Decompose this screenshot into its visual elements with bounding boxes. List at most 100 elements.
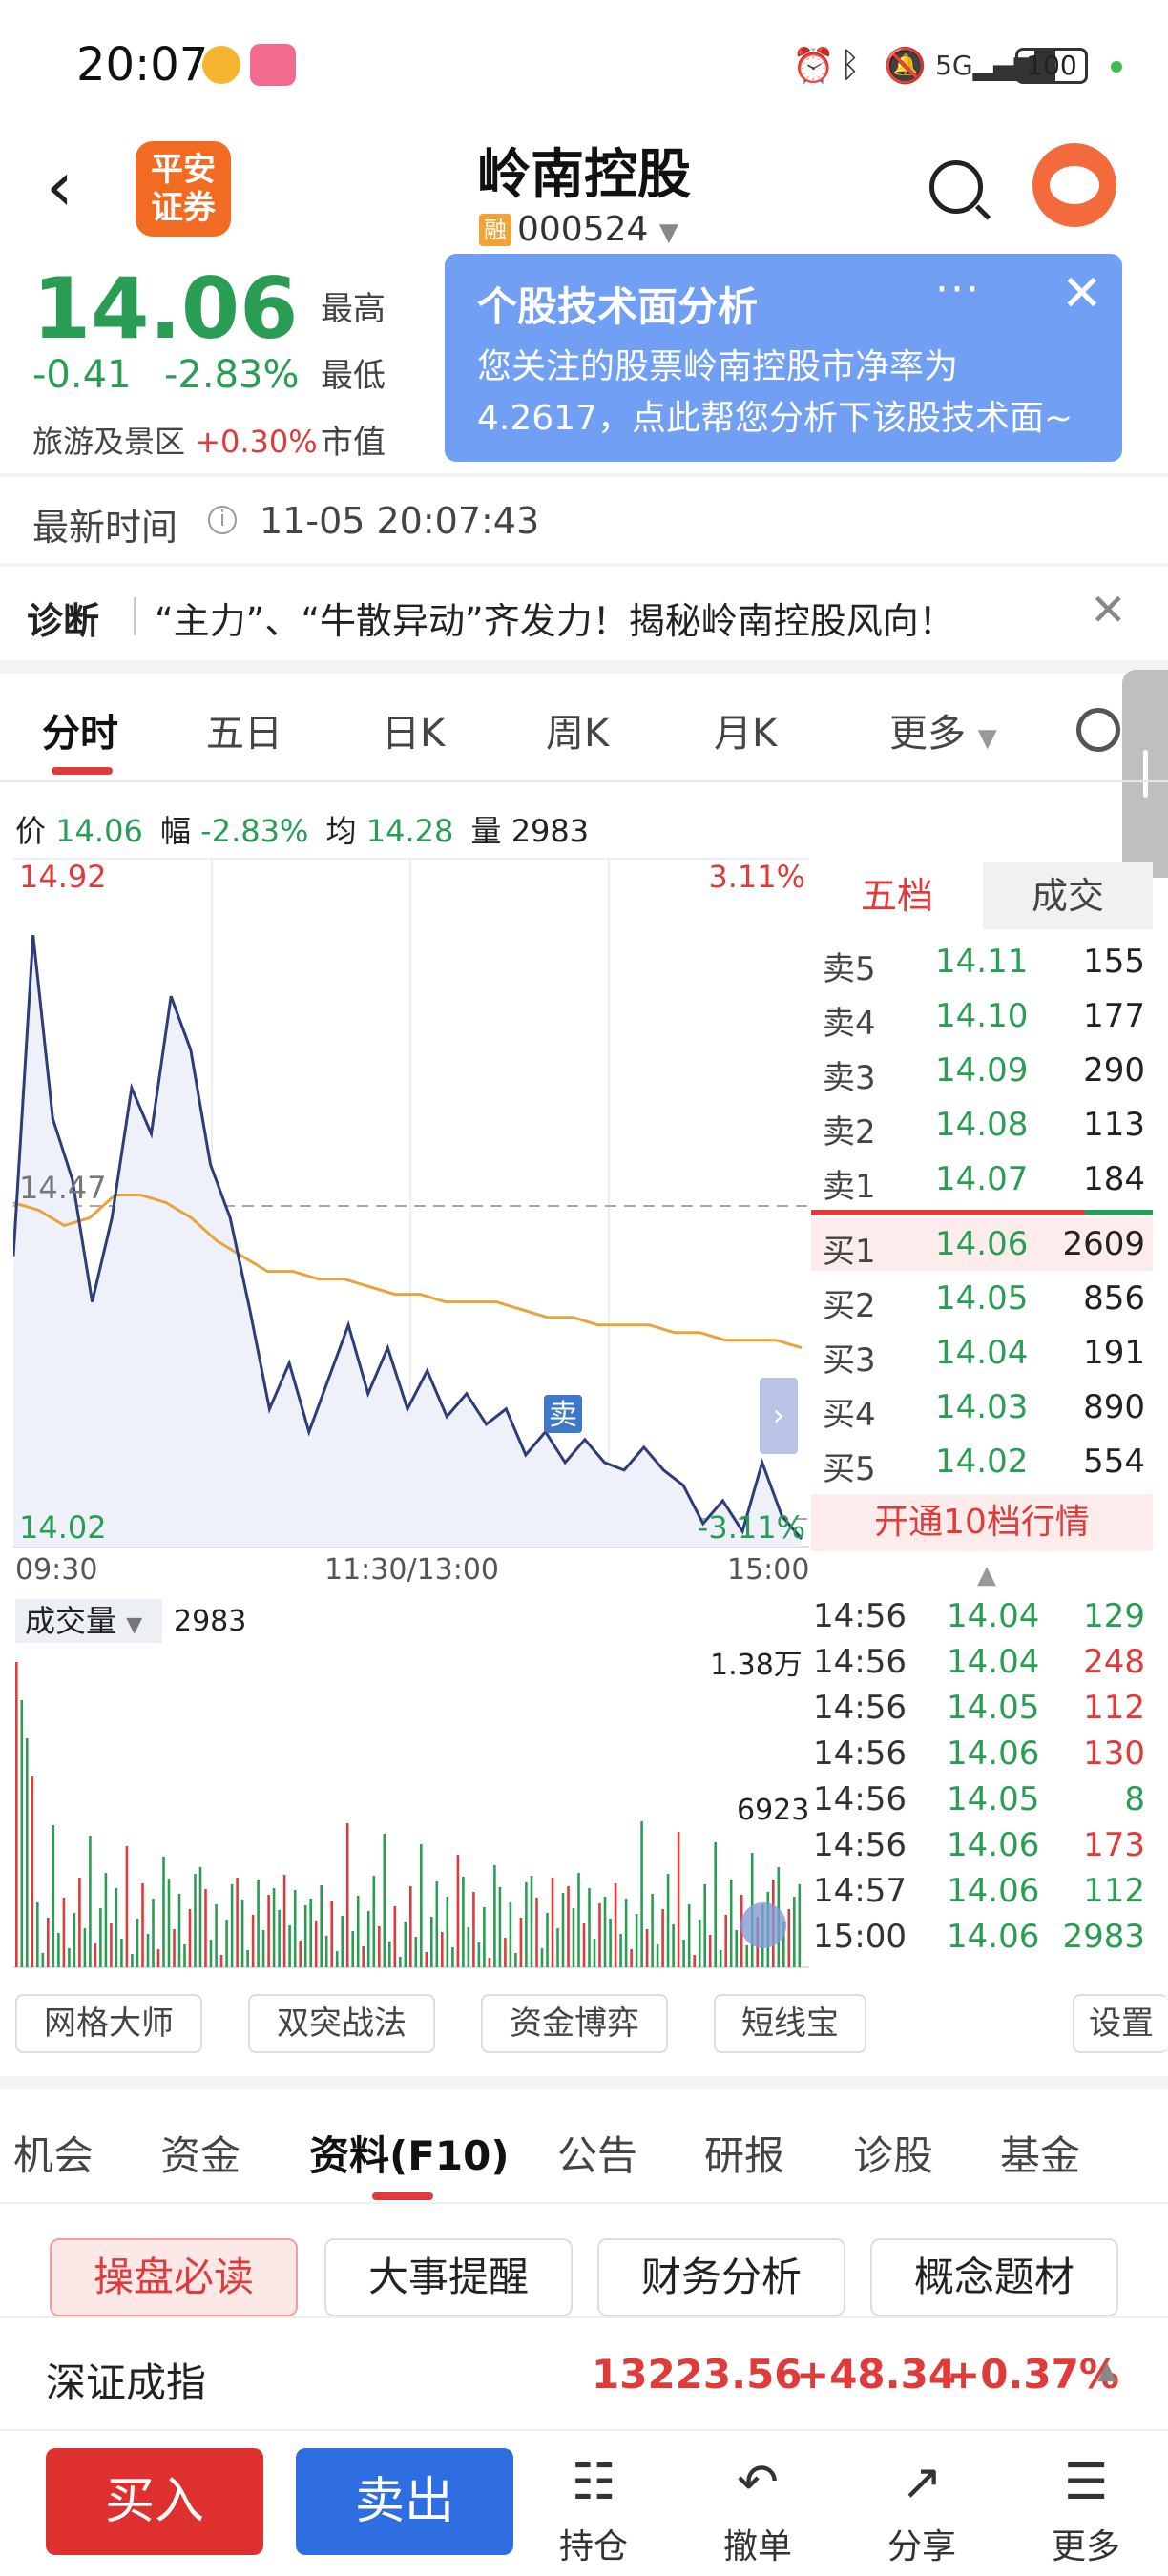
vol-value: 2983	[511, 813, 590, 849]
current-price: 14.06	[32, 260, 299, 358]
update-time: 11-05 20:07:43	[260, 500, 540, 542]
volume-bar	[219, 1955, 223, 1967]
volume-bar	[425, 1952, 428, 1967]
volume-bar	[393, 1906, 397, 1967]
buy-button[interactable]: 买入	[46, 2448, 263, 2555]
intraday-chart[interactable]: 14.92 3.11% 14.47 14.02 -3.11% 卖 ›	[13, 855, 809, 1561]
chevron-up-icon[interactable]: ▲	[1097, 2357, 1116, 2385]
volume-bar	[225, 1920, 228, 1967]
x-mid-label: 11:30/13:00	[324, 1553, 500, 1587]
info-icon[interactable]: i	[208, 506, 237, 534]
tab-opportunity[interactable]: 机会	[13, 2124, 94, 2182]
volume-bar	[41, 1953, 45, 1967]
capital-game-button[interactable]: 资金博弈	[481, 1994, 668, 2053]
search-icon[interactable]	[929, 160, 983, 214]
y-bottom-pct-label: -3.11%	[698, 1509, 805, 1546]
volume-bar	[472, 1892, 475, 1967]
ask-row: 卖5 14.11 155	[823, 943, 1145, 988]
popup-title: 个股技术面分析	[477, 283, 759, 330]
popup-close-icon[interactable]: ✕	[1061, 265, 1103, 322]
weather-icon	[202, 46, 240, 84]
diagnosis-close-icon[interactable]: ✕	[1090, 584, 1127, 635]
volume-bar	[661, 1909, 664, 1967]
events-button[interactable]: 大事提醒	[324, 2238, 573, 2316]
chevron-up-icon[interactable]: ▲	[977, 1561, 996, 1589]
concept-button[interactable]: 概念题材	[870, 2238, 1118, 2316]
tab-five-day[interactable]: 五日	[206, 702, 282, 758]
alarm-icon: ⏰	[792, 47, 835, 86]
volume-bar	[588, 1888, 591, 1967]
chart-toggle-icon[interactable]	[740, 1902, 786, 1948]
tab-f10[interactable]: 资料(F10)	[309, 2124, 510, 2182]
double-break-button[interactable]: 双突战法	[248, 1994, 435, 2053]
nav-positions-label: 持仓	[558, 2527, 628, 2566]
nav-more[interactable]: ☰ 更多	[1029, 2454, 1143, 2568]
grid-master-button[interactable]: 网格大师	[15, 1994, 202, 2053]
tab-trades[interactable]: 成交	[983, 862, 1153, 929]
x-end-label: 15:00	[727, 1553, 810, 1587]
volume-bar	[640, 1821, 643, 1967]
divider	[0, 473, 1168, 477]
volume-selector[interactable]: 成交量 ▼	[15, 1599, 162, 1643]
price-value: 14.06	[55, 813, 143, 849]
tab-monthly-k[interactable]: 月K	[714, 702, 777, 758]
volume-bar	[47, 1918, 50, 1967]
volume-bar	[173, 1929, 176, 1967]
mute-icon: 🔕	[884, 47, 927, 86]
volume-bar	[630, 1949, 633, 1967]
volume-bar	[509, 1902, 512, 1967]
tab-announcement[interactable]: 公告	[557, 2124, 637, 2182]
chevron-down-icon: ▼	[658, 218, 678, 247]
tools-settings-button[interactable]: 设置	[1073, 1994, 1168, 2053]
volume-bar	[451, 1947, 454, 1967]
tab-more[interactable]: 更多 ▼	[889, 702, 997, 758]
side-handle[interactable]	[1122, 670, 1168, 878]
must-read-button[interactable]: 操盘必读	[50, 2238, 298, 2316]
tab-research[interactable]: 研报	[704, 2124, 784, 2182]
gear-icon[interactable]	[1076, 708, 1120, 752]
y-top-pct-label: 3.11%	[708, 859, 805, 895]
share-icon: ↗	[901, 2454, 943, 2511]
volume-bar	[420, 1844, 423, 1967]
tab-intraday[interactable]: 分时	[42, 702, 118, 758]
tab-fund[interactable]: 基金	[1000, 2124, 1080, 2182]
volume-bar	[120, 1939, 123, 1967]
volume-bar	[498, 1887, 502, 1967]
more-dots-icon[interactable]: ···	[935, 265, 981, 314]
nav-cancel-order[interactable]: ↶ 撤单	[700, 2454, 815, 2568]
stock-code[interactable]: 000524 ▼	[517, 210, 678, 249]
volume-bar	[572, 1908, 575, 1967]
volume-bar	[209, 1940, 213, 1967]
volume-bar	[399, 1957, 402, 1967]
tab-daily-k[interactable]: 日K	[382, 702, 445, 758]
short-term-button[interactable]: 短线宝	[714, 1994, 866, 2053]
tick-row: 14:56 14.05 112	[813, 1689, 1145, 1727]
financial-analysis-button[interactable]: 财务分析	[597, 2238, 845, 2316]
bid-row: 买3 14.04 191	[823, 1334, 1145, 1380]
bluetooth-icon: ᛒ	[840, 46, 861, 85]
sell-button[interactable]: 卖出	[296, 2448, 513, 2555]
volume-bar	[446, 1897, 449, 1967]
tab-weekly-k[interactable]: 周K	[546, 702, 609, 758]
volume-bar	[351, 1931, 354, 1967]
analysis-popup[interactable]: 个股技术面分析 ··· ✕ 您关注的股票岭南控股市净率为4.2617，点此帮您分…	[445, 254, 1122, 462]
chevron-right-icon: ›	[773, 1397, 785, 1433]
volume-bar	[272, 1888, 276, 1967]
tab-capital[interactable]: 资金	[160, 2124, 240, 2182]
diagnosis-text[interactable]: “主力”、“牛散异动”齐发力！揭秘岭南控股风向！	[155, 592, 955, 644]
volume-bar	[525, 1882, 528, 1967]
nav-share[interactable]: ↗ 分享	[865, 2454, 979, 2568]
tab-diagnose[interactable]: 诊股	[853, 2124, 933, 2182]
volume-bar	[614, 1883, 617, 1967]
sector-info[interactable]: 旅游及景区 +0.30%	[32, 418, 318, 462]
nav-positions[interactable]: ☷ 持仓	[536, 2454, 651, 2568]
tab-order-book[interactable]: 五档	[811, 862, 983, 929]
nav-more-label: 更多	[1051, 2527, 1120, 2566]
volume-bar	[362, 1946, 365, 1967]
volume-bar	[514, 1953, 517, 1967]
open-l2-button[interactable]: 开通10档行情	[811, 1494, 1153, 1551]
volume-bar	[435, 1881, 439, 1967]
avatar[interactable]	[1032, 143, 1116, 227]
volume-bar	[787, 1909, 791, 1967]
volume-bar	[714, 1842, 717, 1967]
